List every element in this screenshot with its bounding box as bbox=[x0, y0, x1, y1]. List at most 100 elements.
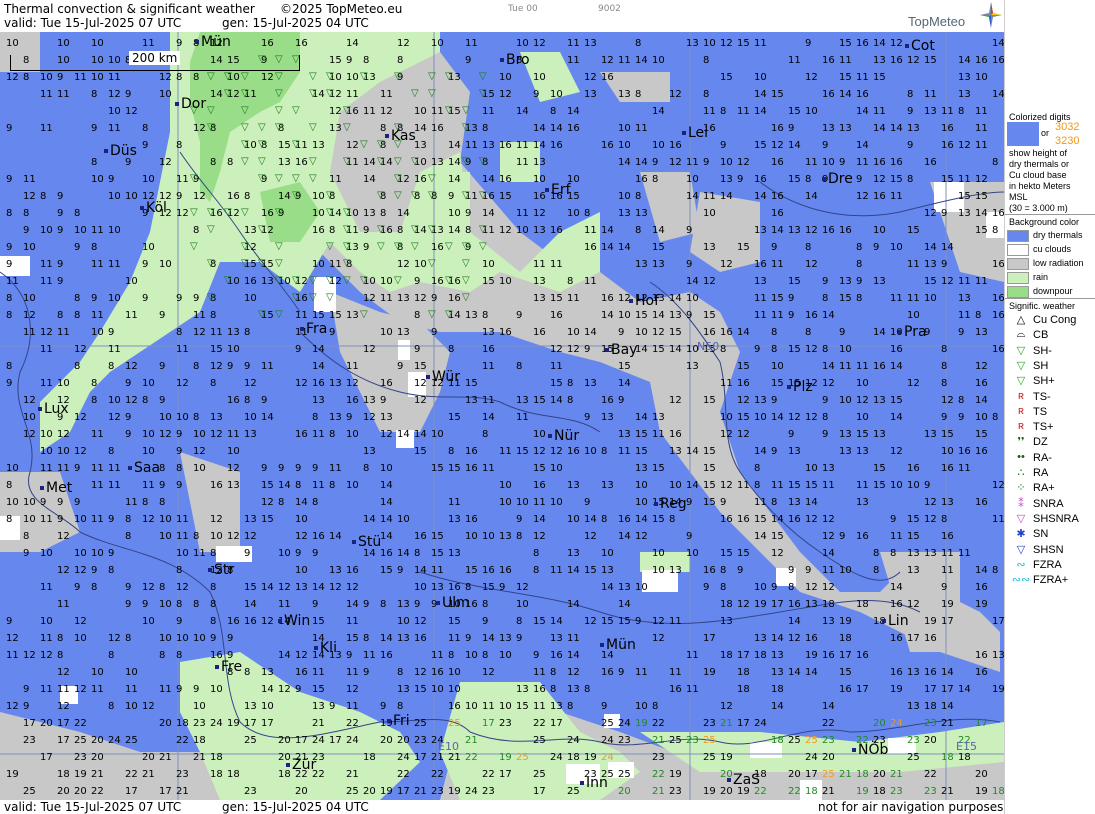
thermal-digit: 10 bbox=[618, 123, 631, 134]
thermal-digit: 18 bbox=[57, 769, 70, 780]
thermal-digit: 14 bbox=[788, 667, 801, 678]
thermal-digit: 15 bbox=[380, 565, 393, 576]
thermal-digit: 9 bbox=[686, 531, 692, 542]
thermal-digit: 12 bbox=[805, 582, 818, 593]
thermal-digit: 11 bbox=[108, 344, 121, 355]
digits-or: or bbox=[1041, 128, 1050, 138]
legend-wx-cb: ⌓ CB bbox=[1011, 328, 1095, 343]
thermal-digit: 25 bbox=[516, 752, 529, 763]
thermal-digit: 18 bbox=[822, 599, 835, 610]
thermal-digit: 14 bbox=[958, 684, 971, 695]
thermal-digit: 21 bbox=[159, 752, 172, 763]
city-name: Bay bbox=[611, 342, 638, 358]
thermal-digit: 11 bbox=[482, 395, 495, 406]
thermal-digit: 14 bbox=[244, 599, 257, 610]
thermal-digit: 19 bbox=[448, 786, 461, 797]
thermal-digit: 10 bbox=[805, 106, 818, 117]
thermal-digit: 14 bbox=[822, 548, 835, 559]
shower-symbol-icon: ▽ bbox=[275, 275, 283, 286]
thermal-digit: 10 bbox=[499, 701, 512, 712]
thermal-digit: 13 bbox=[839, 446, 852, 457]
thermal-digit: 9 bbox=[363, 599, 369, 610]
shower-symbol-icon: ▽ bbox=[326, 190, 334, 201]
thermal-digit: 9 bbox=[499, 582, 505, 593]
shower-symbol-icon: ▽ bbox=[241, 88, 249, 99]
thermal-digit: 13 bbox=[244, 514, 257, 525]
thermal-digit: 22 bbox=[482, 769, 495, 780]
thermal-digit: 10 bbox=[754, 582, 767, 593]
thermal-digit: 23 bbox=[414, 735, 427, 746]
thermal-digit: 18 bbox=[856, 599, 869, 610]
thermal-digit: 20 bbox=[159, 718, 172, 729]
thermal-digit: 8 bbox=[482, 599, 488, 610]
thermal-digit: 10 bbox=[533, 429, 546, 440]
thermal-digit: 8 bbox=[992, 157, 998, 168]
thermal-digit: 10 bbox=[550, 463, 563, 474]
weather-map[interactable]: 1010101198121616141210111012111381310121… bbox=[0, 32, 1004, 800]
thermal-digit: 8 bbox=[550, 106, 556, 117]
thermal-digit: 10 bbox=[193, 701, 206, 712]
thermal-digit: 13 bbox=[431, 582, 444, 593]
thermal-digit: 11 bbox=[890, 531, 903, 542]
thermal-digit: 16 bbox=[975, 446, 988, 457]
thermal-digit: 13 bbox=[924, 259, 937, 270]
digits-desc-2: Cu cloud base bbox=[1009, 170, 1067, 180]
thermal-digit: 9 bbox=[125, 412, 131, 423]
thermal-digit: 17 bbox=[703, 633, 716, 644]
snow-rain-icon: ⁑ bbox=[1018, 497, 1024, 510]
thermal-digit: 13 bbox=[584, 378, 597, 389]
thermal-digit: 11 bbox=[329, 174, 342, 185]
thermal-digit: 11 bbox=[567, 293, 580, 304]
thermal-digit: 8 bbox=[635, 89, 641, 100]
thermal-digit: 11 bbox=[822, 565, 835, 576]
thermal-digit: 10 bbox=[159, 633, 172, 644]
shower-symbol-icon: ▽ bbox=[394, 190, 402, 201]
city-win: Win bbox=[278, 613, 310, 629]
thermal-digit: 9 bbox=[805, 565, 811, 576]
thermal-digit: 24 bbox=[550, 752, 563, 763]
thermal-digit: 15 bbox=[601, 616, 614, 627]
thermal-digit: 16 bbox=[210, 480, 223, 491]
thermal-digit: 9 bbox=[159, 361, 165, 372]
thermal-digit: 10 bbox=[312, 208, 325, 219]
shower-symbol-icon: ▽ bbox=[462, 190, 470, 201]
thermal-digit: 22 bbox=[431, 769, 444, 780]
thermal-digit: 16 bbox=[499, 565, 512, 576]
shower-symbol-icon: ▽ bbox=[411, 88, 419, 99]
thermal-digit: 16 bbox=[890, 344, 903, 355]
thermal-digit: 9 bbox=[312, 548, 318, 559]
thermal-digit: 12 bbox=[703, 276, 716, 287]
thermal-digit: 14 bbox=[669, 344, 682, 355]
thermal-digit: 10 bbox=[23, 514, 36, 525]
thermal-digit: 12 bbox=[652, 633, 665, 644]
shower-symbol-icon: ▽ bbox=[275, 122, 283, 133]
thermal-digit: 16 bbox=[873, 191, 886, 202]
thermal-digit: 13 bbox=[754, 276, 767, 287]
thermal-digit: 14 bbox=[295, 497, 308, 508]
thermal-digit: 8 bbox=[380, 208, 386, 219]
thermal-digit: 14 bbox=[618, 242, 631, 253]
thermal-digit: 12 bbox=[74, 412, 87, 423]
shower-symbol-icon: ▽ bbox=[428, 71, 436, 82]
thermal-digit: 11 bbox=[856, 361, 869, 372]
shower-symbol-icon: ▽ bbox=[445, 241, 453, 252]
thermal-digit: 11 bbox=[57, 684, 70, 695]
thermal-digit: 12 bbox=[941, 276, 954, 287]
thermal-digit: 16 bbox=[771, 157, 784, 168]
shower-symbol-icon: ▽ bbox=[428, 224, 436, 235]
thermal-digit: 14 bbox=[550, 616, 563, 627]
thermal-digit: 8 bbox=[635, 225, 641, 236]
thermal-digit: 18 bbox=[941, 752, 954, 763]
shower-symbol-icon: ▽ bbox=[326, 88, 334, 99]
thermal-digit: 12 bbox=[805, 259, 818, 270]
thermal-digit: 23 bbox=[244, 786, 257, 797]
thermal-digit: 11 bbox=[856, 157, 869, 168]
thermal-digit: 10 bbox=[159, 412, 172, 423]
thermal-digit: 12 bbox=[601, 55, 614, 66]
thermal-digit: 11 bbox=[346, 667, 359, 678]
thermal-digit: 10 bbox=[142, 429, 155, 440]
thermal-digit: 9 bbox=[363, 667, 369, 678]
thermal-digit: 22 bbox=[125, 769, 138, 780]
thermal-digit: 13 bbox=[669, 310, 682, 321]
thermal-digit: 14 bbox=[329, 531, 342, 542]
